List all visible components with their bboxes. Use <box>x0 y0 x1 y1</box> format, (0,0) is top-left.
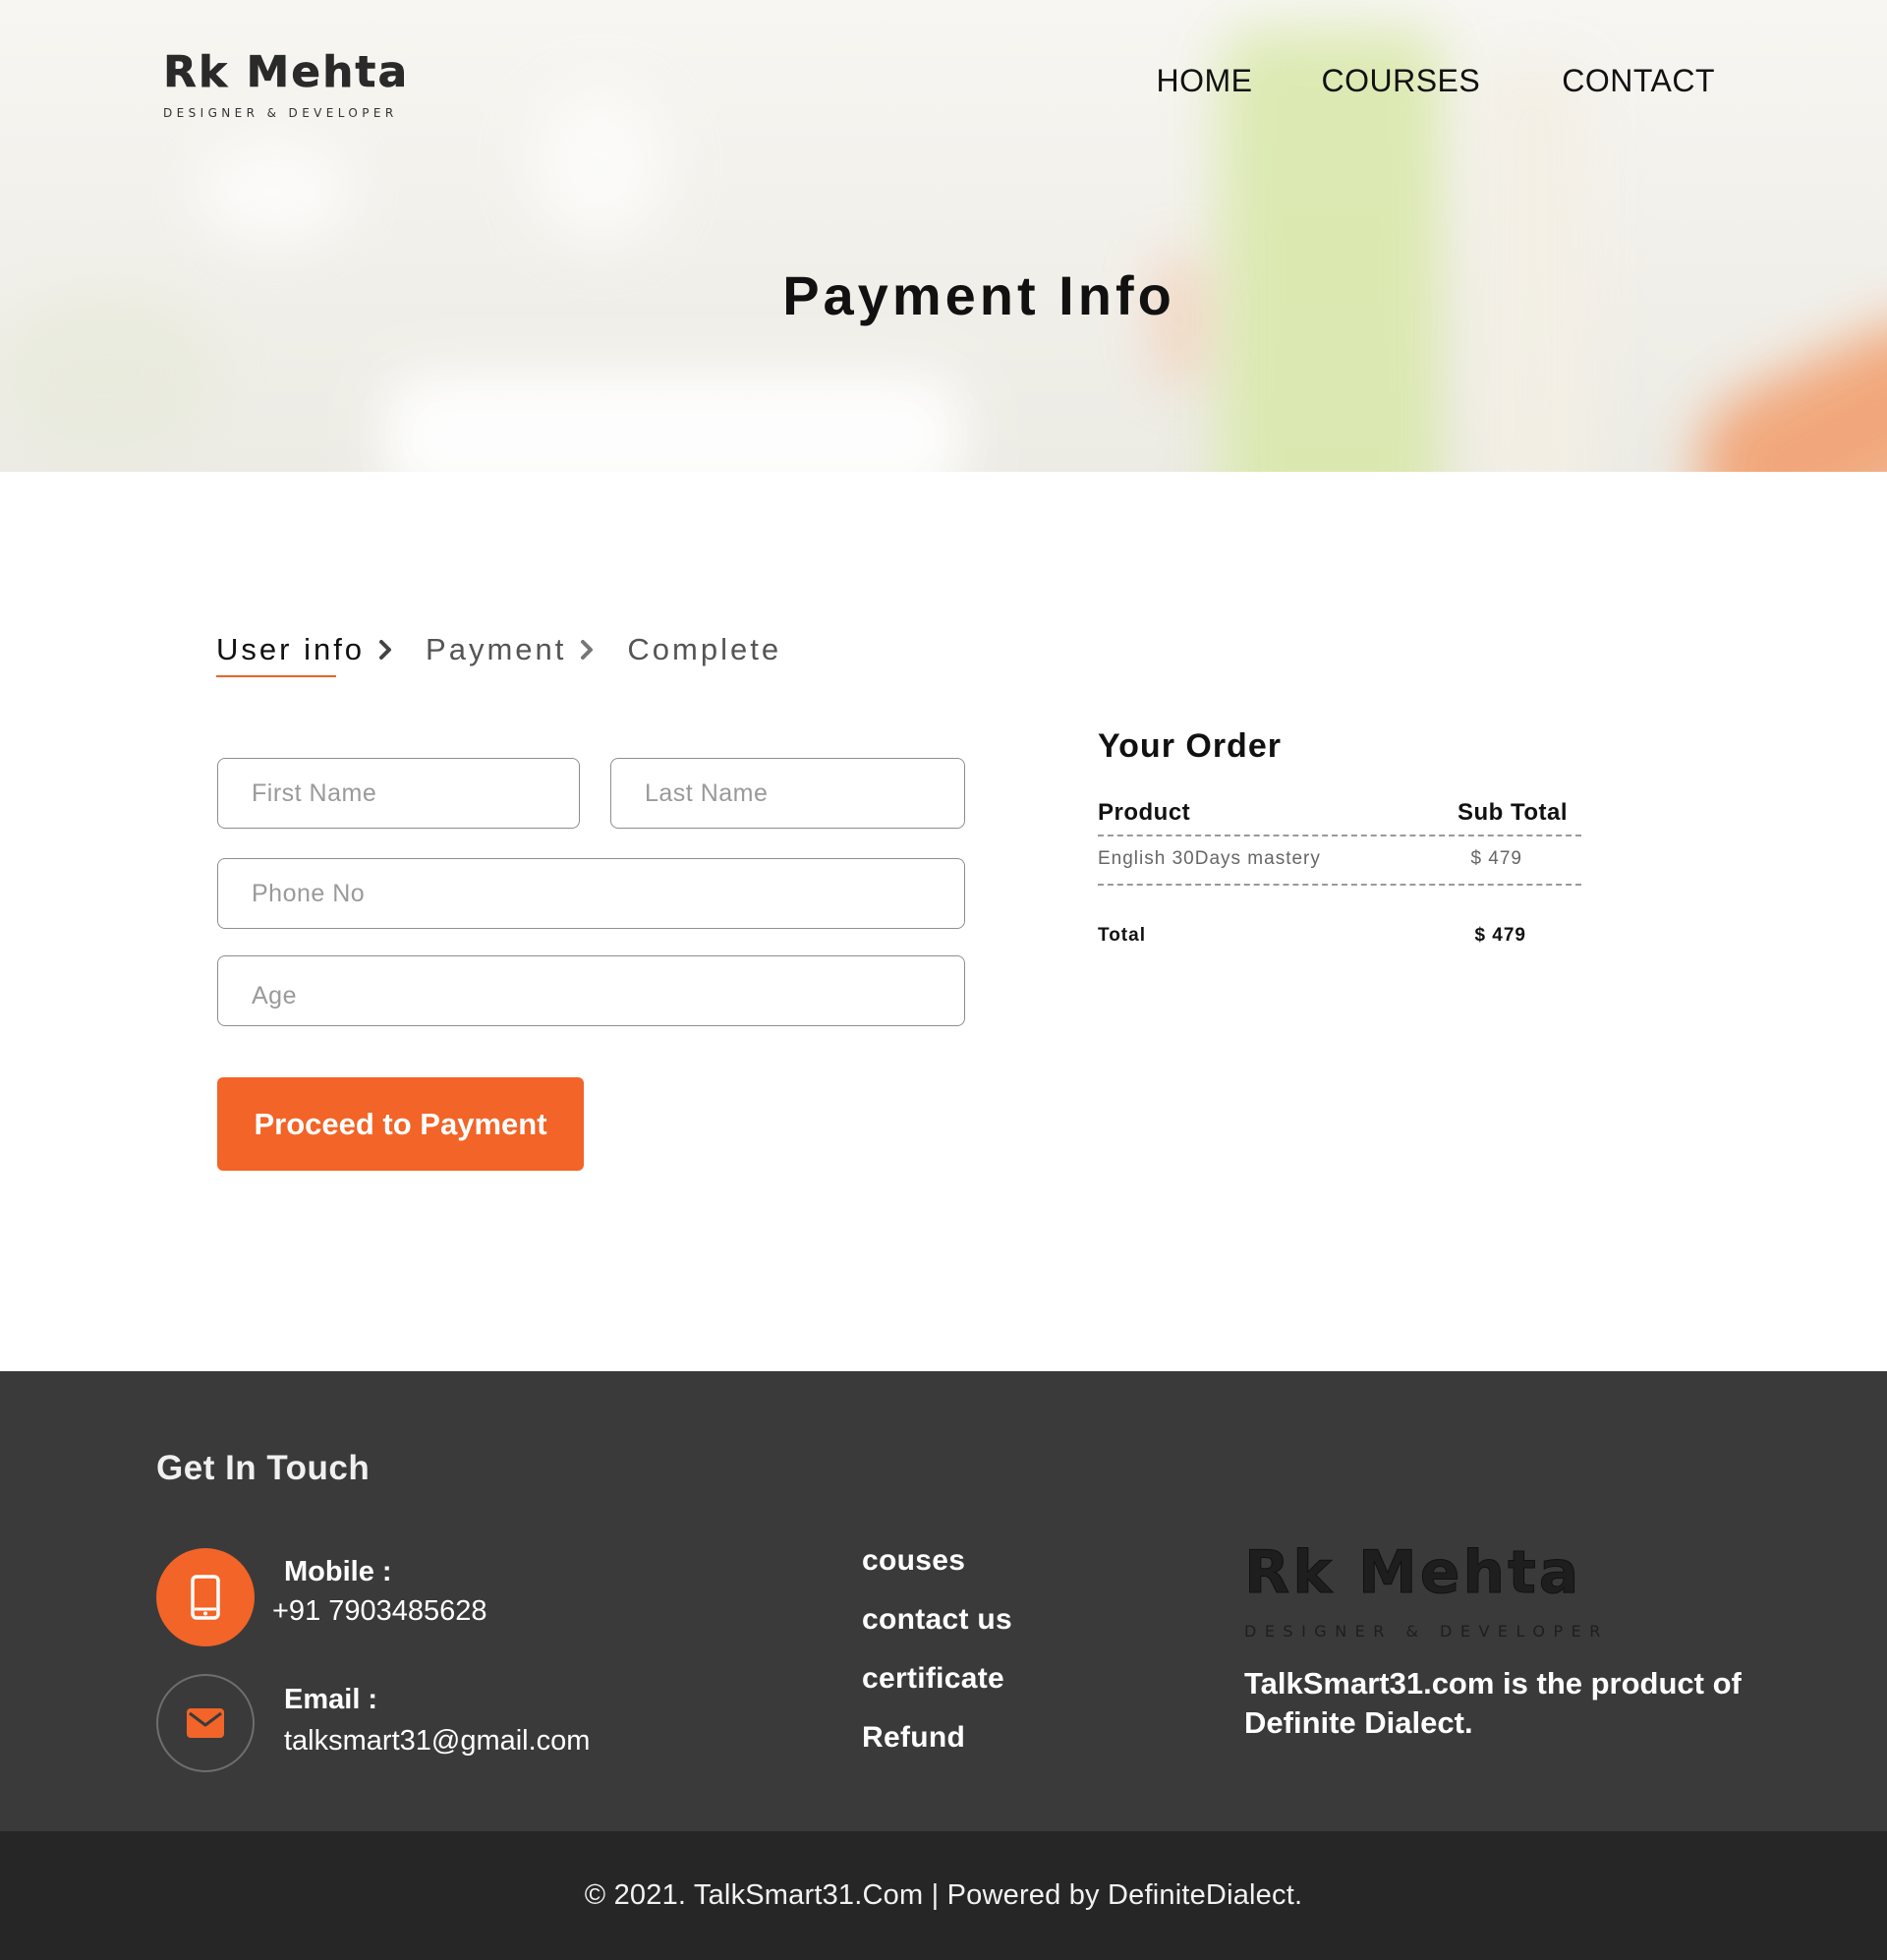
main-nav: HOME COURSES CONTACT <box>1156 63 1715 99</box>
step-complete[interactable]: Complete <box>627 632 781 667</box>
footer-logo[interactable]: Rk Mehta DESIGNER & DEVELOPER <box>1244 1538 1609 1642</box>
first-name-field-box <box>217 758 580 829</box>
logo-wordmark: Rk Mehta <box>163 47 410 97</box>
site-logo[interactable]: Rk Mehta DESIGNER & DEVELOPER <box>163 47 410 120</box>
order-product-name: English 30Days mastery <box>1098 848 1321 869</box>
last-name-field-box <box>610 758 965 829</box>
phone-field-box <box>217 858 965 929</box>
order-product-subtotal: $ 479 <box>1470 848 1522 869</box>
order-total-value: $ 479 <box>1474 925 1526 946</box>
table-row: English 30Days mastery $ 479 <box>1098 836 1581 886</box>
checkout-steps: User info Payment Complete <box>216 632 781 677</box>
copyright-bar: © 2021. TalkSmart31.Com | Powered by Def… <box>0 1831 1887 1960</box>
step-user-info[interactable]: User info <box>216 632 365 677</box>
step-payment[interactable]: Payment <box>426 632 566 667</box>
footer-link-contact-us[interactable]: contact us <box>862 1603 1012 1637</box>
footer-link-certificate[interactable]: certificate <box>862 1662 1012 1696</box>
email-label: Email : <box>284 1684 378 1715</box>
footer-links: couses contact us certificate Refund <box>862 1544 1012 1780</box>
mobile-number-link[interactable]: +91 7903485628 <box>272 1595 487 1628</box>
chevron-right-icon <box>378 640 408 660</box>
column-header-product: Product <box>1098 799 1191 826</box>
nav-item-courses[interactable]: COURSES <box>1321 63 1480 99</box>
column-header-subtotal: Sub Total <box>1457 799 1568 826</box>
footer-title: Get In Touch <box>156 1449 371 1487</box>
logo-tagline: DESIGNER & DEVELOPER <box>163 106 398 120</box>
hero-background-blur <box>383 374 963 472</box>
mobile-label: Mobile : <box>284 1556 392 1587</box>
order-table-header: Product Sub Total <box>1098 799 1581 836</box>
nav-item-home[interactable]: HOME <box>1156 63 1252 99</box>
mail-icon <box>156 1674 255 1772</box>
age-input[interactable] <box>218 956 964 1025</box>
nav-item-contact[interactable]: CONTACT <box>1562 63 1715 99</box>
email-address-link[interactable]: talksmart31@gmail.com <box>284 1725 590 1758</box>
logo-tagline: DESIGNER & DEVELOPER <box>1244 1622 1609 1641</box>
copyright-text: © 2021. TalkSmart31.Com | Powered by Def… <box>584 1879 1303 1911</box>
order-total-row: Total $ 479 <box>1098 886 1581 947</box>
phone-icon <box>156 1548 255 1646</box>
site-footer: Get In Touch Mobile : +91 7903485628 Ema… <box>0 1371 1887 1831</box>
first-name-input[interactable] <box>218 759 579 828</box>
phone-input[interactable] <box>218 859 964 928</box>
page-title: Payment Info <box>782 264 1175 326</box>
order-summary: Your Order Product Sub Total English 30D… <box>1098 727 1581 947</box>
hero-banner: Rk Mehta DESIGNER & DEVELOPER HOME COURS… <box>0 0 1887 472</box>
order-title: Your Order <box>1098 727 1282 765</box>
footer-link-courses[interactable]: couses <box>862 1544 1012 1578</box>
proceed-to-payment-button[interactable]: Proceed to Payment <box>217 1077 584 1171</box>
hero-background-blur <box>531 88 668 246</box>
footer-about-text: TalkSmart31.com is the product of Defini… <box>1244 1666 1742 1740</box>
age-field-box <box>217 955 965 1026</box>
last-name-input[interactable] <box>611 759 964 828</box>
chevron-right-icon <box>580 640 609 660</box>
footer-link-refund[interactable]: Refund <box>862 1721 1012 1755</box>
order-total-label: Total <box>1098 925 1146 946</box>
hero-background-blur <box>197 138 354 246</box>
logo-wordmark: Rk Mehta <box>1244 1538 1582 1607</box>
